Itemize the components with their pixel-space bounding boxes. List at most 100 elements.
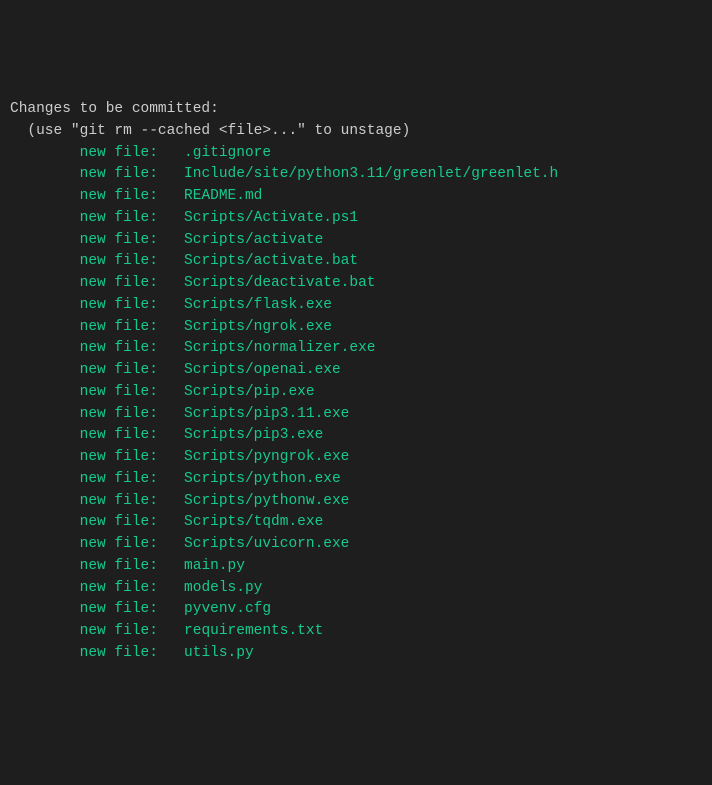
indent xyxy=(10,645,80,661)
file-status-label: new file: xyxy=(80,556,184,578)
file-status-label: new file: xyxy=(80,295,184,317)
indent xyxy=(10,210,80,226)
file-status-label: new file: xyxy=(80,164,184,186)
indent xyxy=(10,406,80,422)
staged-file-entry: new file: Scripts/activate.bat xyxy=(10,251,702,273)
file-path: models.py xyxy=(184,578,262,600)
file-path: Scripts/deactivate.bat xyxy=(184,273,375,295)
staged-file-entry: new file: Scripts/tqdm.exe xyxy=(10,512,702,534)
file-status-label: new file: xyxy=(80,512,184,534)
file-path: Scripts/activate.bat xyxy=(184,251,358,273)
indent xyxy=(10,297,80,313)
indent xyxy=(10,514,80,530)
file-status-label: new file: xyxy=(80,382,184,404)
file-path: Scripts/pip3.11.exe xyxy=(184,404,349,426)
file-path: Scripts/openai.exe xyxy=(184,360,341,382)
indent xyxy=(10,623,80,639)
staged-files-list: new file: .gitignore new file: Include/s… xyxy=(10,143,702,665)
file-path: README.md xyxy=(184,186,262,208)
file-status-label: new file: xyxy=(80,491,184,513)
file-status-label: new file: xyxy=(80,251,184,273)
terminal-output: Changes to be committed: (use "git rm --… xyxy=(10,99,702,665)
indent xyxy=(10,253,80,269)
file-status-label: new file: xyxy=(80,143,184,165)
staged-file-entry: new file: requirements.txt xyxy=(10,621,702,643)
indent xyxy=(10,145,80,161)
staged-file-entry: new file: utils.py xyxy=(10,643,702,665)
indent xyxy=(10,384,80,400)
file-path: Scripts/Activate.ps1 xyxy=(184,208,358,230)
staged-file-entry: new file: Scripts/uvicorn.exe xyxy=(10,534,702,556)
file-status-label: new file: xyxy=(80,317,184,339)
indent xyxy=(10,558,80,574)
staged-file-entry: new file: Include/site/python3.11/greenl… xyxy=(10,164,702,186)
staged-file-entry: new file: Scripts/flask.exe xyxy=(10,295,702,317)
staged-file-entry: new file: README.md xyxy=(10,186,702,208)
file-status-label: new file: xyxy=(80,338,184,360)
file-status-label: new file: xyxy=(80,643,184,665)
staged-file-entry: new file: .gitignore xyxy=(10,143,702,165)
file-path: Scripts/ngrok.exe xyxy=(184,317,332,339)
indent xyxy=(10,232,80,248)
file-path: Scripts/uvicorn.exe xyxy=(184,534,349,556)
indent xyxy=(10,449,80,465)
file-status-label: new file: xyxy=(80,404,184,426)
file-path: Scripts/activate xyxy=(184,230,323,252)
file-path: Include/site/python3.11/greenlet/greenle… xyxy=(184,164,558,186)
staged-file-entry: new file: Scripts/Activate.ps1 xyxy=(10,208,702,230)
staged-file-entry: new file: main.py xyxy=(10,556,702,578)
file-status-label: new file: xyxy=(80,273,184,295)
file-status-label: new file: xyxy=(80,599,184,621)
file-status-label: new file: xyxy=(80,186,184,208)
file-path: utils.py xyxy=(184,643,254,665)
staged-file-entry: new file: Scripts/activate xyxy=(10,230,702,252)
file-status-label: new file: xyxy=(80,360,184,382)
staged-file-entry: new file: models.py xyxy=(10,578,702,600)
file-status-label: new file: xyxy=(80,230,184,252)
staged-file-entry: new file: Scripts/python.exe xyxy=(10,469,702,491)
indent xyxy=(10,493,80,509)
staged-file-entry: new file: Scripts/pythonw.exe xyxy=(10,491,702,513)
staged-file-entry: new file: Scripts/openai.exe xyxy=(10,360,702,382)
file-path: Scripts/tqdm.exe xyxy=(184,512,323,534)
file-path: Scripts/python.exe xyxy=(184,469,341,491)
indent xyxy=(10,580,80,596)
file-path: Scripts/flask.exe xyxy=(184,295,332,317)
file-status-label: new file: xyxy=(80,621,184,643)
indent xyxy=(10,275,80,291)
staged-file-entry: new file: Scripts/pip.exe xyxy=(10,382,702,404)
file-path: Scripts/pythonw.exe xyxy=(184,491,349,513)
commit-header: Changes to be committed: xyxy=(10,99,702,121)
file-path: Scripts/pyngrok.exe xyxy=(184,447,349,469)
indent xyxy=(10,601,80,617)
file-status-label: new file: xyxy=(80,578,184,600)
file-path: main.py xyxy=(184,556,245,578)
indent xyxy=(10,427,80,443)
file-status-label: new file: xyxy=(80,447,184,469)
staged-file-entry: new file: pyvenv.cfg xyxy=(10,599,702,621)
staged-file-entry: new file: Scripts/pip3.exe xyxy=(10,425,702,447)
staged-file-entry: new file: Scripts/ngrok.exe xyxy=(10,317,702,339)
indent xyxy=(10,166,80,182)
indent xyxy=(10,471,80,487)
file-status-label: new file: xyxy=(80,425,184,447)
indent xyxy=(10,536,80,552)
indent xyxy=(10,362,80,378)
file-path: pyvenv.cfg xyxy=(184,599,271,621)
indent xyxy=(10,340,80,356)
file-path: requirements.txt xyxy=(184,621,323,643)
unstage-hint: (use "git rm --cached <file>..." to unst… xyxy=(10,121,702,143)
staged-file-entry: new file: Scripts/pip3.11.exe xyxy=(10,404,702,426)
file-status-label: new file: xyxy=(80,208,184,230)
file-path: Scripts/pip3.exe xyxy=(184,425,323,447)
file-status-label: new file: xyxy=(80,469,184,491)
staged-file-entry: new file: Scripts/normalizer.exe xyxy=(10,338,702,360)
file-path: Scripts/pip.exe xyxy=(184,382,315,404)
indent xyxy=(10,188,80,204)
file-path: Scripts/normalizer.exe xyxy=(184,338,375,360)
indent xyxy=(10,319,80,335)
file-path: .gitignore xyxy=(184,143,271,165)
staged-file-entry: new file: Scripts/deactivate.bat xyxy=(10,273,702,295)
staged-file-entry: new file: Scripts/pyngrok.exe xyxy=(10,447,702,469)
file-status-label: new file: xyxy=(80,534,184,556)
